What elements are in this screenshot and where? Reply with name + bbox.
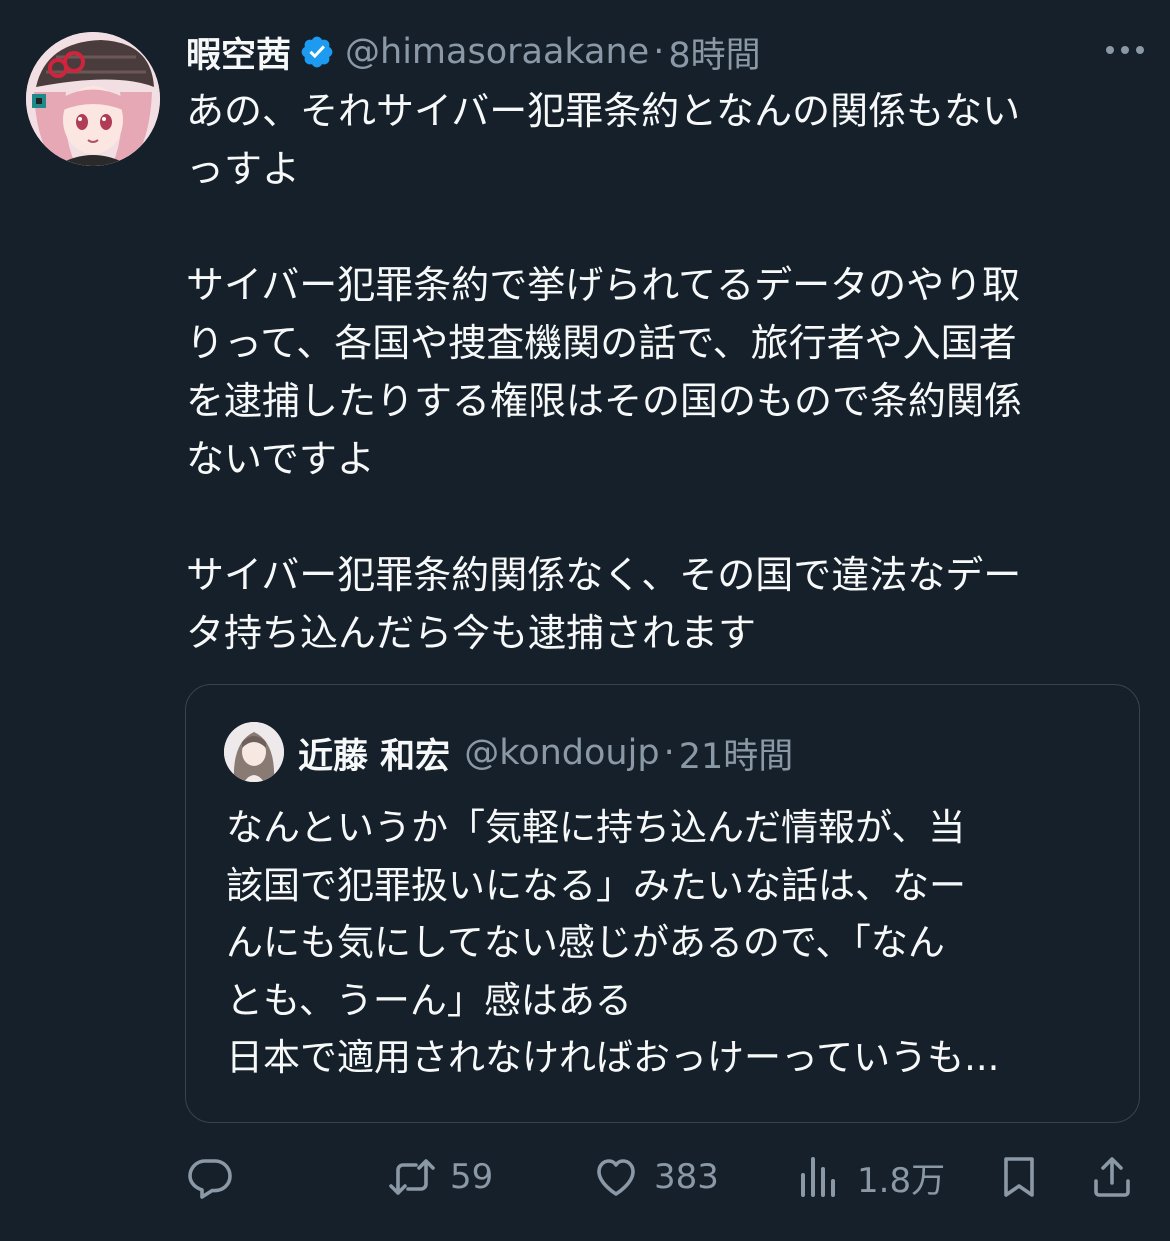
retweet-icon	[389, 1159, 435, 1195]
bookmark-button[interactable]	[995, 1145, 1043, 1209]
quoted-tweet-card[interactable]: 近藤 和宏 @kondoujp · 21時間 なんというか「気軽に持ち込んだ情報…	[185, 684, 1140, 1123]
quoted-author-handle[interactable]: @kondoujp	[464, 733, 659, 773]
quoted-tweet-body-text: なんというか「気軽に持ち込んだ情報が、当 該国で犯罪扱いになる」みたいな話は、な…	[226, 806, 1000, 1079]
author-handle[interactable]: @himasoraakane	[345, 32, 649, 72]
author-display-name[interactable]: 暇空茜	[186, 27, 291, 78]
quoted-author-display-name[interactable]: 近藤 和宏	[298, 728, 450, 779]
verified-badge-icon	[301, 36, 333, 68]
tweet-header: 暇空茜 @himasoraakane · 8時間	[186, 22, 1086, 82]
views-button[interactable]: 1.8万	[795, 1145, 945, 1209]
retweet-button[interactable]: 59	[388, 1145, 493, 1209]
share-button[interactable]	[1088, 1145, 1136, 1209]
separator-dot: ·	[653, 32, 665, 72]
quoted-author-avatar[interactable]	[224, 722, 284, 782]
heart-icon	[597, 1159, 635, 1196]
more-options-icon[interactable]	[1102, 35, 1148, 65]
tweet-body-text: あの、それサイバー犯罪条約となんの関係もない っすよ サイバー犯罪条約で挙げられ…	[186, 89, 1023, 655]
quoted-tweet-timestamp[interactable]: 21時間	[679, 728, 794, 779]
separator-dot: ·	[663, 733, 675, 773]
like-button[interactable]: 383	[592, 1145, 719, 1209]
like-count: 383	[654, 1157, 719, 1197]
quoted-tweet-header: 近藤 和宏 @kondoujp · 21時間	[298, 725, 793, 781]
bar-chart-icon	[801, 1157, 835, 1197]
reply-button[interactable]	[186, 1145, 234, 1209]
tweet-timestamp[interactable]: 8時間	[668, 27, 760, 78]
bookmark-icon	[1004, 1157, 1034, 1197]
author-avatar[interactable]	[26, 32, 160, 166]
retweet-count: 59	[450, 1157, 494, 1197]
tweet-action-bar: 59 383 1.8万	[0, 1145, 1170, 1209]
share-icon	[1094, 1157, 1130, 1197]
reply-icon	[188, 1159, 232, 1199]
views-count: 1.8万	[857, 1160, 946, 1201]
